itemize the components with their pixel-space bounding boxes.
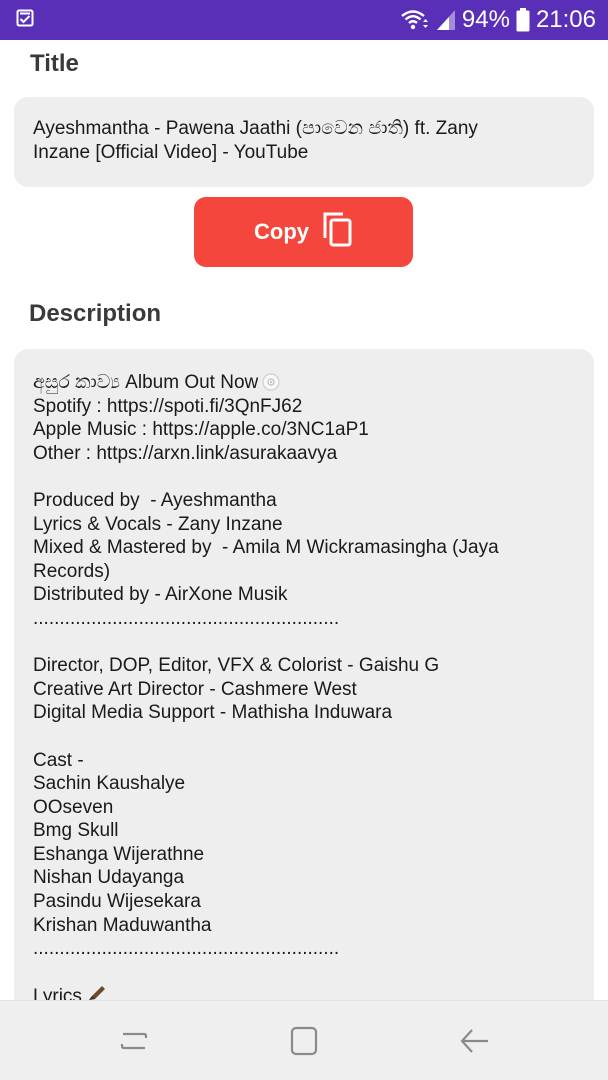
description-line: Eshanga Wijerathne [33,843,205,865]
description-line: Creative Art Director - Cashmere West [33,678,357,700]
navigation-bar [0,1000,608,1080]
back-arrow-icon [458,1025,490,1062]
description-line: Produced by - Ayeshmantha [33,489,277,511]
description-line: ........................................… [33,938,340,960]
recent-apps-icon [118,1025,150,1062]
description-line: Other : https://arxn.link/asurakaavya [33,442,338,464]
description-line: Pasindu Wijesekara [33,891,201,913]
description-line: Krishan Maduwantha [33,914,212,936]
description-line: අසුර කාව්‍ය Album Out Now [33,371,574,395]
copy-button-label: Copy [254,219,309,244]
description-line: Lyrics & Vocals - Zany Inzane [33,513,283,535]
battery-icon [516,8,530,32]
title-text-line: Ayeshmantha - Pawena Jaathi (පාවෙන ජාති)… [33,118,478,139]
description-line: Spotify : https://spoti.fi/3QnFJ62 [33,395,303,417]
pen-icon [87,986,107,1000]
back-button[interactable] [454,1025,494,1061]
home-button[interactable] [284,1025,324,1061]
battery-percent: 94% [461,6,510,33]
status-bar: 94% 21:06 [0,0,608,40]
description-line [33,465,574,489]
description-line: Apple Music : https://apple.co/3NC1aP1 [33,419,369,441]
description-line [33,725,574,749]
title-heading: Title [30,50,79,77]
description-line: Records) [33,560,111,582]
content-area[interactable]: Title Ayeshmantha - Pawena Jaathi (පාවෙන… [0,40,608,1000]
description-line: Cast - [33,749,84,771]
description-line [33,631,574,655]
description-line: ........................................… [33,607,340,629]
title-text-line: Inzane [Official Video] - YouTube [33,142,309,163]
description-line: Bmg Skull [33,820,119,842]
description-line: Lyrics [33,984,574,1000]
title-card: Ayeshmantha - Pawena Jaathi (පාවෙන ජාති)… [14,97,594,187]
description-line: Sachin Kaushalye [33,773,186,795]
clock: 21:06 [535,6,596,33]
screen: 94% 21:06 Title Ayeshmantha - Pawena Jaa… [0,0,608,1080]
copy-button[interactable]: Copy [194,197,413,267]
description-line: Digital Media Support - Mathisha Induwar… [33,702,393,724]
recent-apps-button[interactable] [114,1025,154,1061]
description-line: Nishan Udayanga [33,867,185,889]
description-line: OOseven [33,796,114,818]
home-icon [288,1025,320,1062]
copy-icon [321,210,353,254]
description-line: Distributed by - AirXone Musik [33,584,288,606]
task-check-icon [16,9,34,32]
description-card: අසුර කාව්‍ය Album Out Now Spotify : http… [14,349,594,1000]
disc-icon [262,373,280,398]
description-line: Mixed & Mastered by - Amila M Wickramasi… [33,537,499,559]
signal-icon [436,9,456,31]
wifi-icon [400,8,430,32]
description-line: Director, DOP, Editor, VFX & Colorist - … [33,655,440,677]
description-heading: Description [29,300,162,327]
description-line [33,961,574,985]
